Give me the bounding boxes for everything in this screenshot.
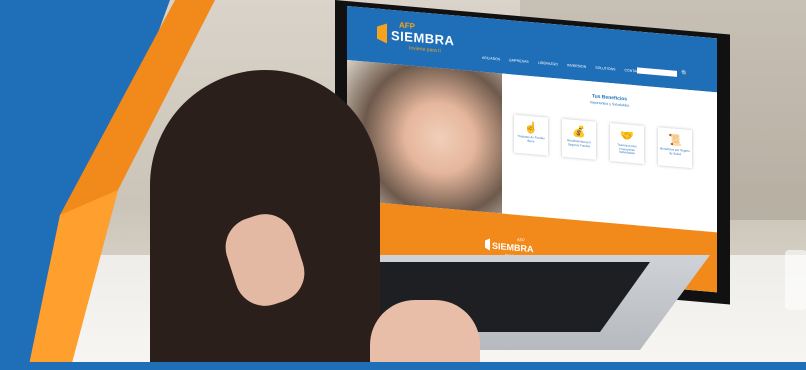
handshake-icon: 🤝: [620, 129, 634, 144]
site-nav: AFILIADOS EMPRESAS LIDERAZGO INVERSION S…: [482, 56, 651, 75]
laptop-screen: AFP SIEMBRA Invierte para ti AFILIADOS E…: [347, 6, 717, 293]
bottom-blue-strip: [0, 362, 806, 370]
benefit-card-label: Beneficios por Seguro de Salud: [660, 146, 690, 156]
nav-item[interactable]: AFILIADOS: [482, 56, 500, 62]
benefit-card[interactable]: 🤝 Transacciones Financieras Individuales: [610, 123, 644, 164]
benefit-card[interactable]: 💰 Rendimientos por Seguros Fondos: [562, 118, 596, 160]
person-hand: [370, 300, 480, 370]
benefit-card[interactable]: ☝ Traspaso de Fondos Bene: [514, 114, 548, 156]
photo-scene: AFP SIEMBRA Invierte para ti AFILIADOS E…: [0, 0, 806, 370]
water-glass: [785, 250, 806, 310]
benefit-card[interactable]: 📜 Beneficios por Seguro de Salud: [658, 127, 692, 169]
footer-logo-mark-icon: [485, 238, 490, 250]
benefit-card-label: Traspaso de Fondos Bene: [517, 133, 545, 143]
nav-item[interactable]: EMPRESAS: [509, 58, 528, 64]
nav-item[interactable]: INVERSION: [567, 63, 586, 69]
footer-afp: AFP: [517, 236, 525, 243]
search-input[interactable]: [637, 67, 677, 77]
logo-mark-icon: [377, 23, 387, 44]
benefit-card-label: Transacciones Financieras Individuales: [617, 142, 637, 156]
nav-item[interactable]: LIDERAZGO: [538, 61, 558, 67]
benefit-card-label: Rendimientos por Seguros Fondos: [567, 138, 591, 148]
benefits-section: Tus Beneficios Importantes y Saludables …: [502, 73, 717, 233]
footer-logo: SIEMBRA: [492, 240, 534, 255]
logo-name[interactable]: SIEMBRA: [391, 28, 454, 49]
nav-item[interactable]: SOLUTIONS: [595, 66, 615, 72]
search-icon[interactable]: 🔍: [681, 70, 688, 78]
